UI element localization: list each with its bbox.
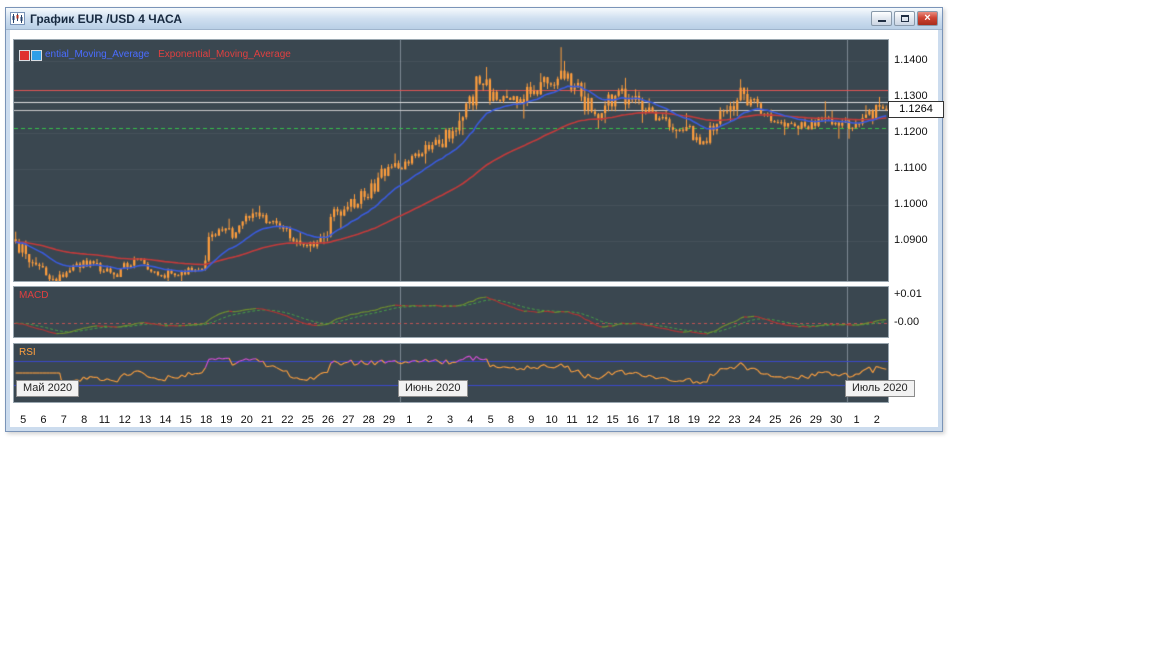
chart-app-icon [10, 12, 25, 25]
time-axis-label: 21 [260, 414, 274, 426]
macd-axis-value-high: +0.01 [894, 288, 922, 300]
time-axis-label: 2 [873, 414, 880, 426]
time-axis-label: 11 [566, 414, 578, 426]
time-axis-label: 15 [606, 414, 619, 426]
month-label-june: Июнь 2020 [398, 380, 468, 397]
time-axis-label: 9 [528, 414, 535, 426]
minimize-button[interactable] [871, 11, 892, 26]
month-label-july: Июль 2020 [845, 380, 915, 397]
time-axis-label: 26 [321, 414, 335, 426]
macd-canvas[interactable] [14, 287, 888, 337]
time-axis-label: 10 [545, 414, 558, 426]
price-axis-label: 1.1000 [894, 197, 928, 210]
time-axis-label: 2 [426, 414, 433, 426]
time-axis-label: 8 [507, 414, 515, 426]
time-axis-label: 26 [789, 414, 802, 426]
chart-window: График EUR /USD 4 ЧАСА × ential_Moving_A… [5, 7, 944, 432]
time-axis-label: 5 [20, 414, 27, 426]
time-axis-label: 27 [342, 414, 355, 426]
minimize-icon [877, 20, 886, 22]
time-axis-label: 3 [446, 414, 454, 426]
time-axis-label: 15 [179, 414, 192, 426]
time-axis-label: 1 [853, 414, 860, 426]
time-axis-label: 1 [406, 414, 413, 426]
time-axis-label: 13 [138, 414, 152, 426]
indicator-legend: ential_Moving_Average Exponential_Moving… [45, 49, 291, 60]
price-axis-label: 1.1100 [894, 161, 927, 174]
time-axis-label: 11 [98, 414, 111, 426]
close-button[interactable]: × [917, 11, 938, 26]
time-axis-label: 6 [40, 414, 47, 426]
time-axis[interactable]: 5 6 7 8 11 12 13 14 15 18 19 20 21 22 25 26 27 28 29 1 2 3 4 5 8… [13, 414, 887, 427]
price-axis-label: 1.1200 [894, 125, 928, 138]
indicator-toggle-blue[interactable] [31, 50, 42, 61]
maximize-icon [900, 15, 909, 22]
time-axis-label: 25 [301, 414, 314, 426]
time-axis-label: 22 [708, 414, 721, 426]
time-axis-label: 7 [60, 414, 67, 426]
time-axis-label: 12 [118, 414, 131, 426]
rsi-panel: RSI Май 2020 Июнь 2020 Июль 2020 [13, 343, 915, 403]
current-price-box: 1.1264 [888, 101, 944, 118]
macd-label: MACD [19, 290, 49, 301]
price-chart-canvas[interactable] [14, 40, 888, 281]
macd-axis-value-zero: -0.00 [894, 316, 920, 328]
price-axis-label: 1.0900 [894, 234, 928, 246]
chart-content: ential_Moving_Average Exponential_Moving… [10, 30, 944, 427]
time-axis-label: 30 [830, 414, 843, 426]
window-controls: × [869, 11, 938, 26]
price-axis[interactable]: 1.1400 1.1300 1.1200 1.1100 1.1000 1.0900 [894, 30, 940, 290]
time-axis-label: 19 [687, 414, 701, 426]
macd-panel: MACD [13, 286, 889, 338]
close-icon: × [924, 12, 931, 24]
titlebar[interactable]: График EUR /USD 4 ЧАСА × [6, 8, 942, 30]
time-axis-label: 8 [81, 414, 88, 426]
time-axis-label: 18 [667, 414, 680, 426]
time-axis-label: 28 [362, 414, 375, 426]
time-axis-label: 29 [382, 414, 396, 426]
time-axis-label: 17 [647, 414, 660, 426]
indicator-toggle-red[interactable] [19, 50, 30, 61]
time-axis-label: 4 [467, 414, 474, 426]
price-panel: ential_Moving_Average Exponential_Moving… [13, 39, 889, 282]
time-axis-label: 16 [626, 414, 640, 426]
time-axis-label: 14 [159, 414, 172, 426]
rsi-label: RSI [19, 347, 36, 358]
time-axis-label: 12 [586, 414, 599, 426]
time-axis-label: 25 [769, 414, 782, 426]
maximize-button[interactable] [894, 11, 915, 26]
time-axis-label: 29 [809, 414, 822, 426]
time-axis-label: 20 [240, 414, 253, 426]
window-title: График EUR /USD 4 ЧАСА [30, 11, 183, 26]
time-axis-label: 23 [728, 414, 741, 426]
ema-fast-label: ential_Moving_Average [45, 49, 150, 60]
time-axis-label: 18 [199, 414, 213, 426]
price-axis-label: 1.1400 [894, 53, 928, 66]
month-label-may: Май 2020 [16, 380, 80, 397]
ema-slow-label: Exponential_Moving_Average [158, 49, 291, 60]
time-axis-label: 24 [748, 414, 761, 426]
time-axis-label: 22 [281, 414, 294, 426]
time-axis-label: 19 [220, 414, 233, 426]
time-axis-label: 5 [487, 414, 494, 426]
